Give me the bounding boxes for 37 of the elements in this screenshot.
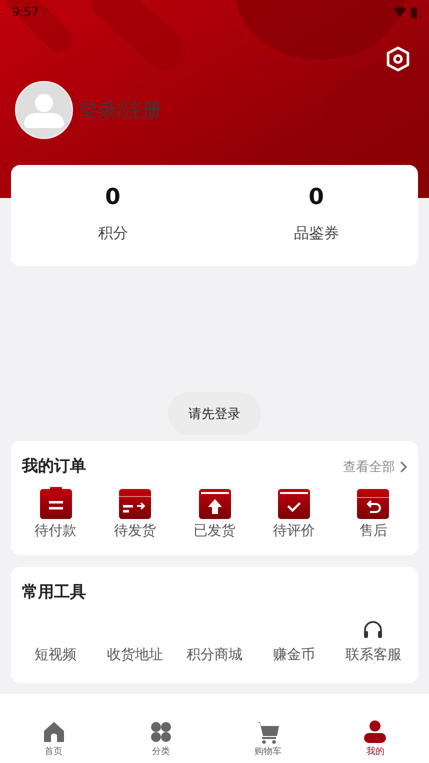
cart-icon <box>256 720 280 744</box>
order-status-item[interactable]: 已发货 <box>174 487 254 540</box>
box-upload-icon <box>198 487 231 519</box>
order-status-item[interactable]: 待评价 <box>254 487 334 540</box>
section-title: 我的订单 <box>22 456 86 477</box>
grid-icon <box>148 720 173 744</box>
headset-icon <box>362 619 384 641</box>
order-status-item[interactable]: 待付款 <box>16 487 96 540</box>
home-icon <box>42 720 66 744</box>
toast-message: 请先登录 <box>168 392 261 435</box>
status-time: 9:57 <box>12 5 39 19</box>
tab-item[interactable]: 我的 <box>322 718 429 763</box>
wifi-icon <box>394 7 406 17</box>
tool-item[interactable]: 短视频 <box>34 646 77 664</box>
stat-label: 积分 <box>98 224 128 243</box>
tab-item[interactable]: 首页 <box>0 718 108 763</box>
tab-item[interactable]: 分类 <box>107 718 214 763</box>
stat-value: 0 <box>105 185 120 210</box>
battery-icon <box>411 6 417 18</box>
stat-label: 品鉴券 <box>294 224 339 243</box>
tab-item[interactable]: 购物车 <box>214 718 322 763</box>
tool-item[interactable]: 赚金币 <box>272 646 315 664</box>
chevron-right-icon <box>399 460 407 472</box>
wallet-icon <box>40 487 72 519</box>
view-all-link[interactable]: 查看全部 <box>343 458 407 476</box>
section-title: 常用工具 <box>22 582 86 603</box>
settings-icon[interactable] <box>384 45 412 73</box>
box-return-icon <box>357 487 390 519</box>
tool-item[interactable]: 联系客服 <box>345 646 402 664</box>
person-icon <box>363 720 388 744</box>
tool-item[interactable]: 积分商城 <box>186 646 243 664</box>
box-check-icon <box>278 487 310 519</box>
stat-value: 0 <box>308 185 324 210</box>
order-status-item[interactable]: 待发货 <box>95 487 175 540</box>
order-status-item[interactable]: 售后 <box>334 487 414 540</box>
tool-item[interactable]: 收货地址 <box>107 646 164 664</box>
avatar-icon[interactable] <box>15 81 73 139</box>
